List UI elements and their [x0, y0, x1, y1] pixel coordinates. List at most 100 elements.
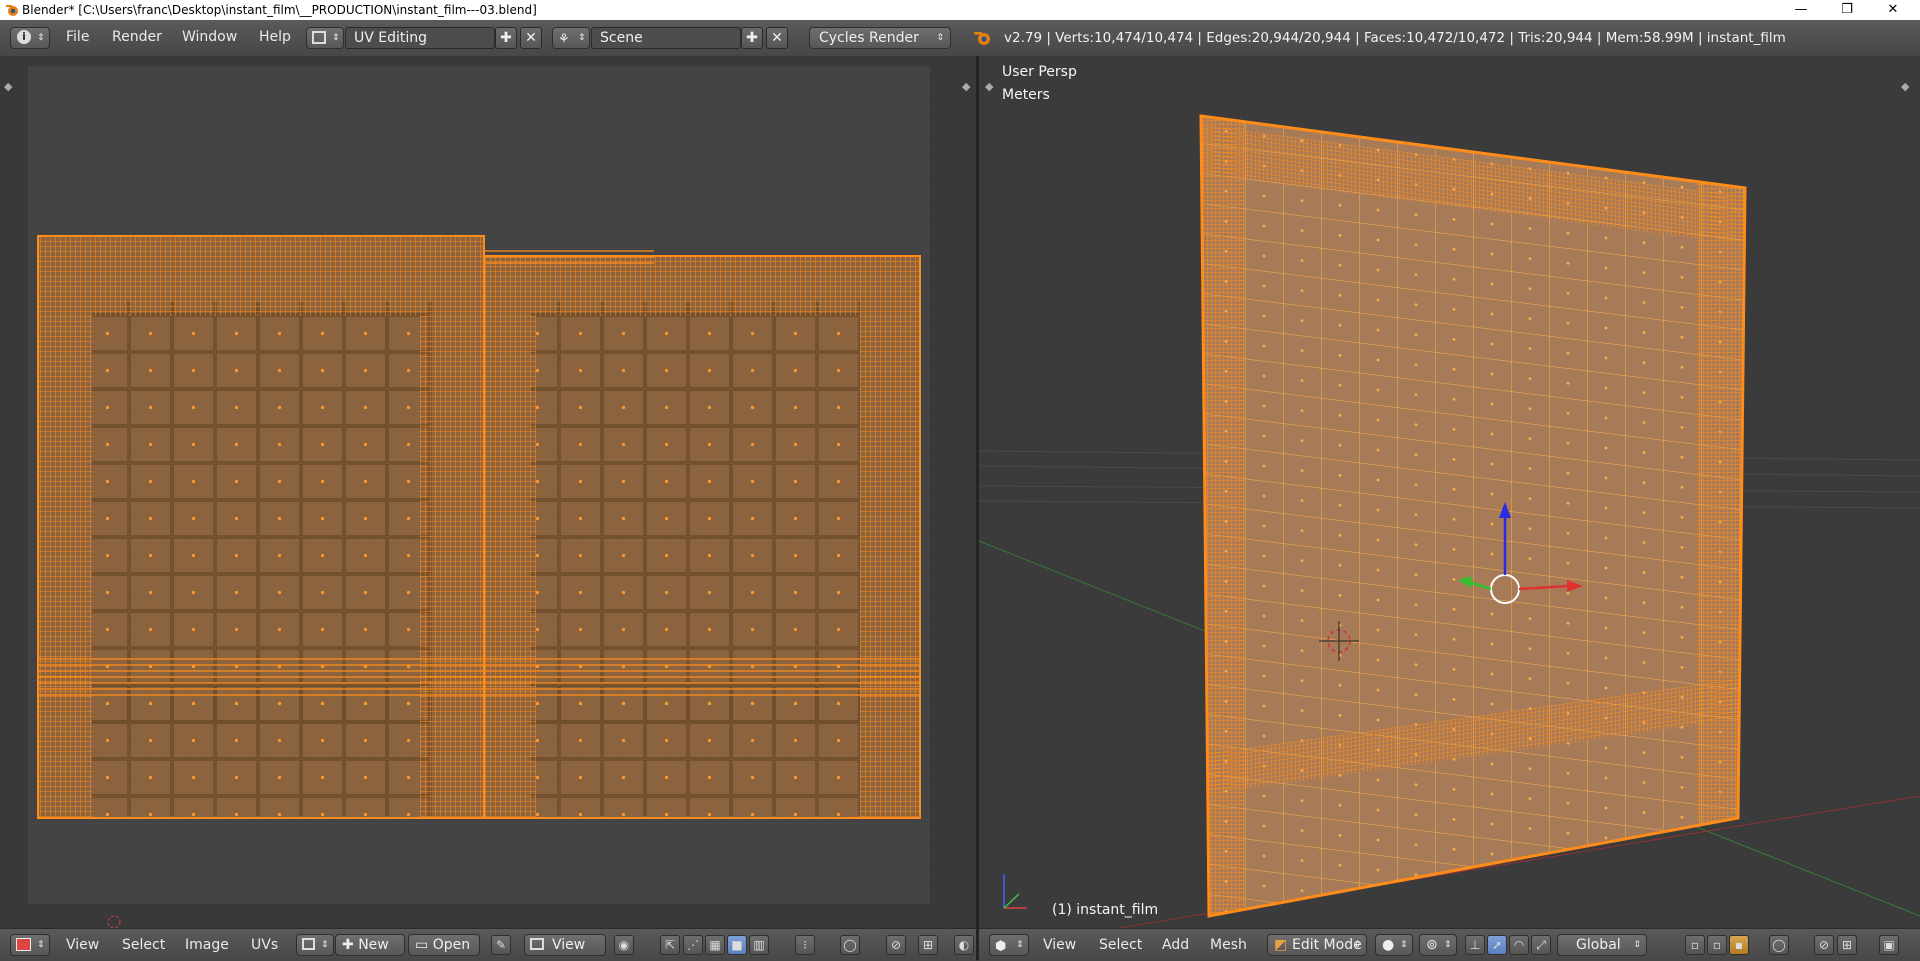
- uv-menu-view[interactable]: View: [66, 937, 99, 953]
- screen-layout-icon: [312, 31, 326, 44]
- manipulator-icon[interactable]: ⊥: [1465, 935, 1485, 955]
- menu-render[interactable]: Render: [112, 29, 162, 45]
- close-icon: ✕: [525, 30, 537, 46]
- editor-type-menu[interactable]: i ⇕: [10, 27, 50, 49]
- editor-type-menu[interactable]: ⇕: [10, 934, 50, 956]
- mode-selector[interactable]: ◩ Edit Mode ⇕: [1267, 934, 1367, 956]
- blender-logo-icon: [974, 32, 990, 45]
- screen-layout-selector[interactable]: ⇕: [306, 27, 344, 49]
- uv-menu-image[interactable]: Image: [185, 937, 229, 953]
- pin-icon[interactable]: ✎: [491, 935, 511, 955]
- region-expand-icon[interactable]: ◆: [4, 80, 13, 93]
- image-icon: [530, 938, 544, 950]
- scene-name[interactable]: Scene: [591, 27, 741, 49]
- rotate-icon[interactable]: ◠: [1509, 935, 1529, 955]
- uv-menu-uvs[interactable]: UVs: [251, 937, 278, 953]
- selected-mesh: [1199, 114, 1747, 918]
- info-header: i ⇕ File Render Window Help ⇕ UV Editing…: [0, 20, 1920, 57]
- edit-mode-icon: ◩: [1274, 937, 1288, 953]
- edge-select-icon[interactable]: ▦: [705, 935, 725, 955]
- render-preview-icon[interactable]: ▣: [1879, 935, 1899, 955]
- snap-element-icon[interactable]: ⊞: [1837, 935, 1857, 955]
- info-icon: i: [17, 30, 31, 44]
- add-icon: ✚: [342, 937, 354, 953]
- snap-icon[interactable]: ⊘: [886, 935, 906, 955]
- scale-icon[interactable]: ⤢: [1531, 935, 1551, 955]
- screen-layout-name[interactable]: UV Editing: [345, 27, 495, 49]
- window-title-bar: Blender* [C:\Users\franc\Desktop\instant…: [0, 0, 1920, 20]
- orientation-selector[interactable]: Global ⇕: [1557, 934, 1647, 956]
- uv-canvas[interactable]: ◆ ◆: [0, 56, 976, 928]
- menu-window[interactable]: Window: [182, 29, 237, 45]
- view-mode-selector[interactable]: View: [524, 934, 606, 956]
- sync-icon[interactable]: ⇱: [660, 935, 680, 955]
- layer-icon[interactable]: ▫: [1685, 935, 1705, 955]
- shading-selector[interactable]: ● ⇕: [1375, 934, 1413, 956]
- delete-screen-button[interactable]: ✕: [520, 27, 542, 49]
- region-expand-icon[interactable]: ◆: [985, 80, 994, 93]
- delete-scene-button[interactable]: ✕: [766, 27, 788, 49]
- pivot-selector[interactable]: ⊚ ⇕: [1419, 934, 1457, 956]
- window-title: Blender* [C:\Users\franc\Desktop\instant…: [22, 3, 537, 17]
- uv-image-editor[interactable]: ◆ ◆: [0, 56, 978, 928]
- view-mode-label: View: [552, 937, 586, 953]
- chevron-updown-icon: ⇕: [578, 33, 586, 43]
- 3d-view-header: ⬢ ⇕ View Select Add Mesh ◩ Edit Mode ⇕ ●…: [979, 928, 1920, 961]
- uv-overlay-icon[interactable]: ◐: [954, 935, 974, 955]
- new-image-button[interactable]: ✚ New: [335, 934, 405, 956]
- uv-menu-select[interactable]: Select: [122, 937, 165, 953]
- active-object-label: (1) instant_film: [1052, 902, 1159, 918]
- image-browse-button[interactable]: ⇕: [296, 934, 334, 956]
- region-expand-icon[interactable]: ◆: [1901, 80, 1910, 93]
- menu-file[interactable]: File: [66, 29, 89, 45]
- 3d-menu-view[interactable]: View: [1043, 937, 1076, 953]
- chevron-updown-icon: ⇕: [332, 33, 340, 43]
- region-expand-icon[interactable]: ◆: [962, 80, 971, 93]
- layer-icon[interactable]: ▫: [1707, 935, 1727, 955]
- face-select-icon[interactable]: ■: [727, 935, 747, 955]
- orientation-label: Global: [1576, 937, 1621, 953]
- open-image-label: Open: [432, 937, 471, 953]
- units-label: Meters: [1002, 87, 1050, 103]
- menu-help[interactable]: Help: [259, 29, 291, 45]
- sticky-select-icon[interactable]: ⁝: [795, 935, 815, 955]
- chevron-updown-icon: ⇕: [37, 33, 45, 43]
- image-icon: [302, 938, 315, 950]
- chevron-updown-icon: ⇕: [1444, 940, 1452, 950]
- proportional-icon[interactable]: ◯: [1769, 935, 1789, 955]
- translate-icon[interactable]: ➚: [1487, 935, 1507, 955]
- minimize-button[interactable]: —: [1778, 0, 1824, 20]
- image-icon: [16, 938, 31, 951]
- close-window-button[interactable]: ✕: [1870, 0, 1916, 20]
- 3d-menu-mesh[interactable]: Mesh: [1210, 937, 1247, 953]
- scene-selector[interactable]: ⚘ ⇕: [552, 27, 590, 49]
- view-name-label: User Persp: [1002, 64, 1077, 80]
- pivot-icon[interactable]: ◉: [614, 935, 634, 955]
- add-scene-button[interactable]: ✚: [741, 27, 763, 49]
- 3d-menu-add[interactable]: Add: [1162, 937, 1189, 953]
- snap-element-icon[interactable]: ⊞: [918, 935, 938, 955]
- proportional-icon[interactable]: ◯: [840, 935, 860, 955]
- 3d-canvas[interactable]: ◆ ◆: [979, 56, 1920, 928]
- 3d-menu-select[interactable]: Select: [1099, 937, 1142, 953]
- add-icon: ✚: [746, 30, 758, 46]
- maximize-button[interactable]: ❐: [1824, 0, 1870, 20]
- chevron-updown-icon: ⇕: [1400, 940, 1408, 950]
- 3d-viewport[interactable]: ◆ ◆ User Persp Meters (1) instant_film: [979, 56, 1920, 928]
- add-screen-button[interactable]: ✚: [495, 27, 517, 49]
- open-image-button[interactable]: ▭ Open: [408, 934, 480, 956]
- uv-editor-header: ⇕ View Select Image UVs ⇕ ✚ New ▭ Open ✎…: [0, 928, 976, 961]
- blender-logo-icon: [6, 5, 18, 16]
- render-engine-label: Cycles Render: [819, 30, 919, 46]
- chevron-updown-icon: ⇕: [1633, 940, 1641, 950]
- island-select-icon[interactable]: ▥: [749, 935, 769, 955]
- mode-label: Edit Mode: [1292, 937, 1362, 953]
- chevron-updown-icon: ⇕: [936, 33, 944, 43]
- editor-type-menu[interactable]: ⬢ ⇕: [989, 934, 1029, 956]
- uv-island-left: [37, 235, 485, 819]
- scene-icon: ⚘: [558, 32, 570, 47]
- snap-icon[interactable]: ⊘: [1814, 935, 1834, 955]
- render-engine-selector[interactable]: Cycles Render ⇕: [809, 27, 951, 49]
- vertex-select-icon[interactable]: ⋰: [683, 935, 703, 955]
- layer-icon[interactable]: ▪: [1729, 935, 1749, 955]
